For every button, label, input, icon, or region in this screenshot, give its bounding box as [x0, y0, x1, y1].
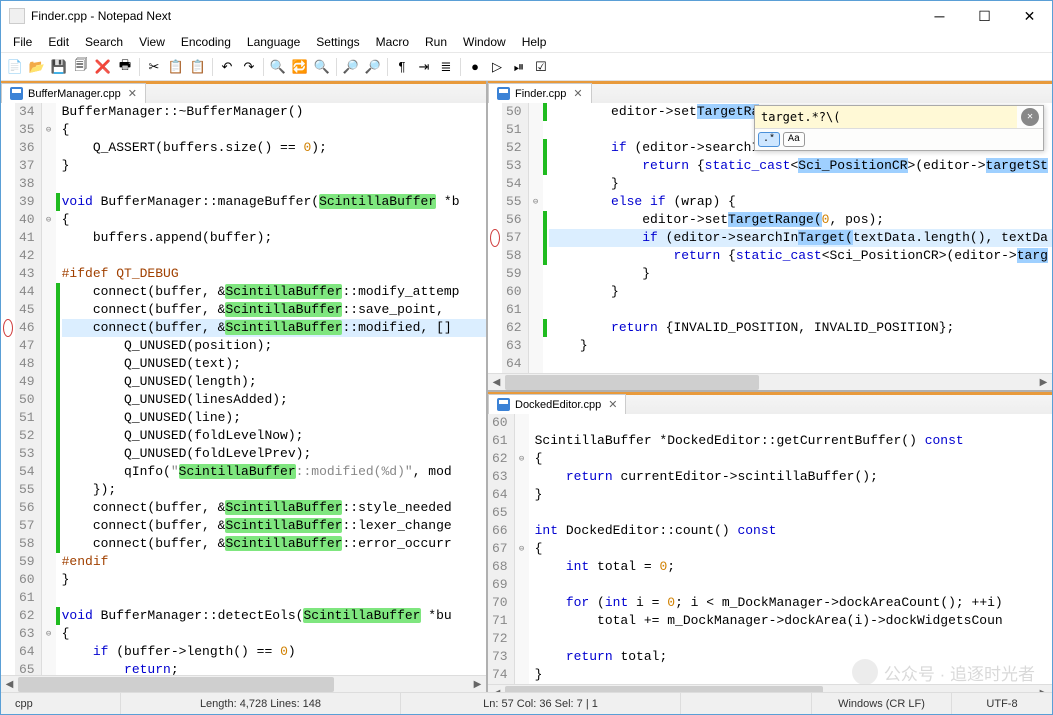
scroll-left-icon[interactable]: ◀	[488, 374, 505, 391]
toolbar-button[interactable]: ¶	[392, 57, 412, 77]
toolbar-button[interactable]: 📂	[27, 57, 47, 77]
right-bottom-pane: DockedEditor.cpp ✕ 60 61 62 63 64 65 66 …	[488, 392, 1052, 692]
status-enc: UTF-8	[952, 693, 1052, 714]
toolbar-button[interactable]: ⇥	[414, 57, 434, 77]
search-box: ✕ .* Aa	[754, 105, 1044, 151]
toolbar-button[interactable]: 📄	[5, 57, 25, 77]
toolbar: 📄📂💾🗐❌🖶✂📋📋↶↷🔍🔁🔍🔎🔎¶⇥≣●▷⏯☑	[1, 53, 1052, 81]
toolbar-button[interactable]: 📋	[166, 57, 186, 77]
disk-icon	[497, 398, 510, 411]
menu-window[interactable]: Window	[455, 33, 514, 51]
toolbar-button[interactable]: 🖶	[115, 57, 135, 77]
toolbar-button[interactable]: ❌	[93, 57, 113, 77]
main-area: BufferManager.cpp ✕ 34 35 36 37 38 39 40…	[1, 81, 1052, 692]
hscroll-left[interactable]: ◀ ▶	[1, 675, 486, 692]
menu-edit[interactable]: Edit	[40, 33, 77, 51]
toolbar-button[interactable]: 🔍	[268, 57, 288, 77]
minimize-button[interactable]: ─	[917, 1, 962, 31]
status-lang: cpp	[1, 693, 121, 714]
titlebar: Finder.cpp - Notepad Next ─ ☐ ✕	[1, 1, 1052, 31]
toolbar-button[interactable]: 📋	[188, 57, 208, 77]
menu-search[interactable]: Search	[77, 33, 131, 51]
app-icon	[9, 8, 25, 24]
menu-view[interactable]: View	[131, 33, 173, 51]
search-opt-regex[interactable]: .*	[758, 132, 780, 147]
toolbar-button[interactable]: ✂	[144, 57, 164, 77]
toolbar-button[interactable]: 💾	[49, 57, 69, 77]
toolbar-button[interactable]: 🔎	[363, 57, 383, 77]
tab-label: DockedEditor.cpp	[515, 399, 601, 411]
toolbar-button[interactable]: 🔁	[290, 57, 310, 77]
menu-encoding[interactable]: Encoding	[173, 33, 239, 51]
status-eol: Windows (CR LF)	[812, 693, 952, 714]
hscroll-right-top[interactable]: ◀ ▶	[488, 373, 1052, 390]
search-input[interactable]	[755, 106, 1017, 128]
search-opt-case[interactable]: Aa	[783, 132, 805, 147]
toolbar-button[interactable]: ⏯	[509, 57, 529, 77]
menu-settings[interactable]: Settings	[308, 33, 367, 51]
menu-macro[interactable]: Macro	[368, 33, 417, 51]
close-icon[interactable]: ✕	[608, 398, 617, 411]
editor-right-top[interactable]: ✕ .* Aa 50 51 52 53 54 55 56 57 58 59 60…	[488, 103, 1052, 373]
clear-search-icon[interactable]: ✕	[1021, 108, 1039, 126]
toolbar-button[interactable]: ↷	[239, 57, 259, 77]
tab-label: Finder.cpp	[515, 88, 566, 100]
editor-left[interactable]: 34 35 36 37 38 39 40 41 42 43 44 45 46 4…	[1, 103, 486, 675]
toolbar-button[interactable]: 🔍	[312, 57, 332, 77]
tab-strip-left: BufferManager.cpp ✕	[1, 81, 486, 103]
toolbar-button[interactable]: ≣	[436, 57, 456, 77]
menu-help[interactable]: Help	[514, 33, 555, 51]
right-pane: Finder.cpp ✕ ✕ .* Aa 50 51 52 53 54 55 5…	[488, 81, 1052, 692]
close-icon[interactable]: ✕	[128, 87, 137, 100]
menu-run[interactable]: Run	[417, 33, 455, 51]
tab-dockededitor[interactable]: DockedEditor.cpp ✕	[488, 394, 626, 414]
right-top-pane: Finder.cpp ✕ ✕ .* Aa 50 51 52 53 54 55 5…	[488, 81, 1052, 392]
scroll-right-icon[interactable]: ▶	[1035, 374, 1052, 391]
scroll-left-icon[interactable]: ◀	[488, 685, 505, 693]
window-title: Finder.cpp - Notepad Next	[31, 9, 171, 23]
toolbar-button[interactable]: ●	[465, 57, 485, 77]
hscroll-right-bottom[interactable]: ◀ ▶	[488, 684, 1052, 692]
scroll-left-icon[interactable]: ◀	[1, 676, 18, 693]
left-pane: BufferManager.cpp ✕ 34 35 36 37 38 39 40…	[1, 81, 488, 692]
toolbar-button[interactable]: 🗐	[71, 57, 91, 77]
tab-label: BufferManager.cpp	[28, 88, 121, 100]
close-icon[interactable]: ✕	[573, 87, 582, 100]
toolbar-button[interactable]: ↶	[217, 57, 237, 77]
disk-icon	[497, 87, 510, 100]
toolbar-button[interactable]: 🔎	[341, 57, 361, 77]
status-pos: Ln: 57 Col: 36 Sel: 7 | 1	[401, 693, 681, 714]
toolbar-button[interactable]: ☑	[531, 57, 551, 77]
close-button[interactable]: ✕	[1007, 1, 1052, 31]
menu-language[interactable]: Language	[239, 33, 308, 51]
status-length: Length: 4,728 Lines: 148	[121, 693, 401, 714]
tab-strip-right-bottom: DockedEditor.cpp ✕	[488, 392, 1052, 414]
menubar: FileEditSearchViewEncodingLanguageSettin…	[1, 31, 1052, 53]
editor-right-bottom[interactable]: 60 61 62 63 64 65 66 67 68 69 70 71 72 7…	[488, 414, 1052, 684]
scroll-right-icon[interactable]: ▶	[1035, 685, 1052, 693]
maximize-button[interactable]: ☐	[962, 1, 1007, 31]
tab-finder[interactable]: Finder.cpp ✕	[488, 83, 592, 103]
statusbar: cpp Length: 4,728 Lines: 148 Ln: 57 Col:…	[1, 692, 1052, 714]
disk-icon	[10, 87, 23, 100]
toolbar-button[interactable]: ▷	[487, 57, 507, 77]
menu-file[interactable]: File	[5, 33, 40, 51]
tab-strip-right-top: Finder.cpp ✕	[488, 81, 1052, 103]
tab-buffermanager[interactable]: BufferManager.cpp ✕	[1, 83, 146, 103]
scroll-right-icon[interactable]: ▶	[469, 676, 486, 693]
